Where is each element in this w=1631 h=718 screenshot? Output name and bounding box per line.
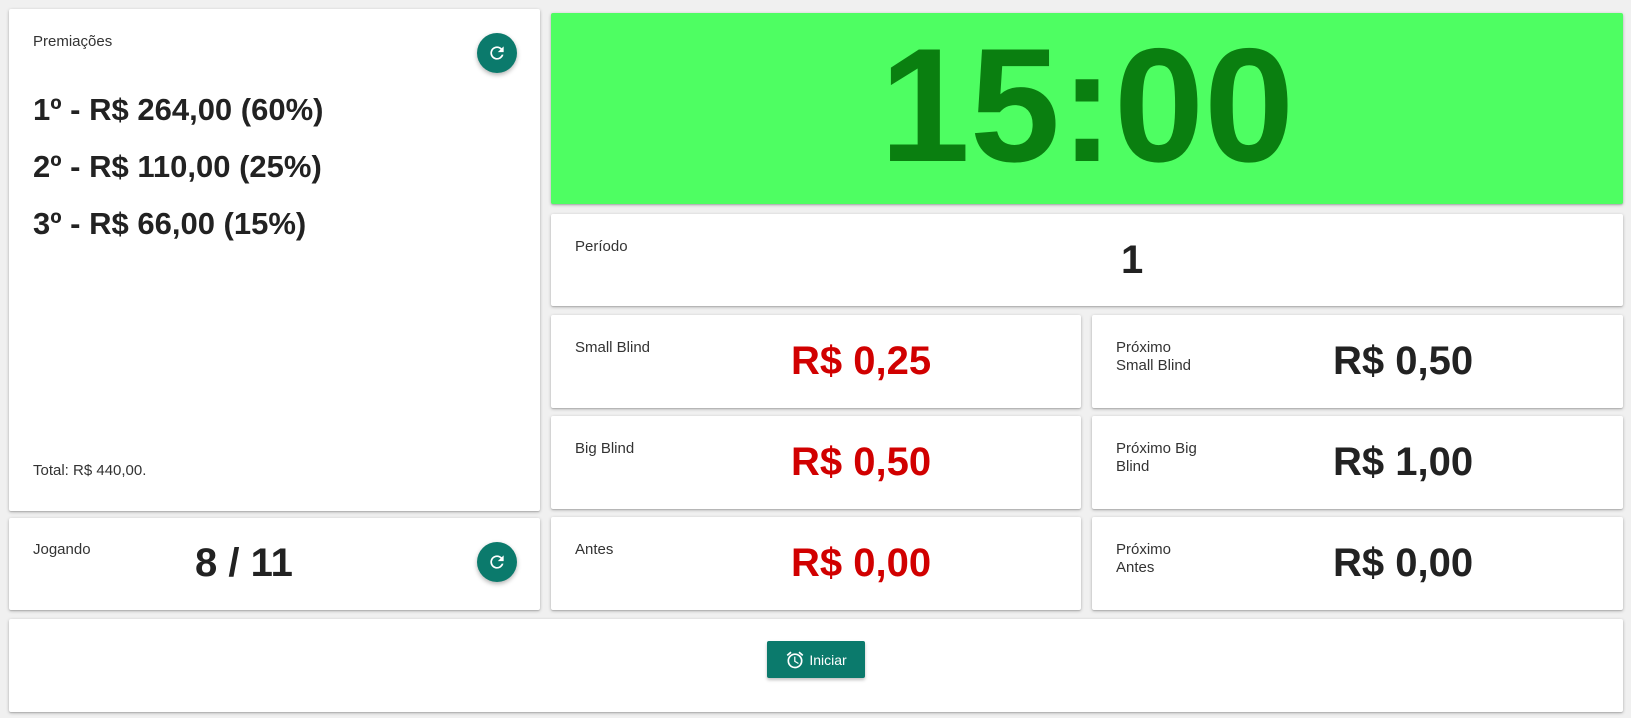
small-blind-label: Small Blind bbox=[575, 339, 651, 356]
alarm-clock-icon bbox=[786, 651, 804, 668]
next-small-blind-label-line1: Próximo bbox=[1116, 339, 1172, 356]
small-blind-value: R$ 0,25 bbox=[791, 339, 932, 383]
next-antes-value: R$ 0,00 bbox=[1333, 541, 1474, 585]
next-small-blind-label: Próximo Small Blind bbox=[1116, 339, 1191, 375]
prizes-title: Premiações bbox=[33, 33, 113, 50]
next-antes-label-line2: Antes bbox=[1116, 559, 1155, 576]
period-label: Período bbox=[575, 238, 628, 255]
prize-line-1: 1º - R$ 264,00 (60%) bbox=[33, 92, 324, 127]
next-antes-card: Próximo Antes R$ 0,00 bbox=[1092, 517, 1623, 610]
big-blind-label: Big Blind bbox=[575, 440, 635, 457]
period-value: 1 bbox=[1121, 238, 1144, 282]
next-big-blind-label-line1: Próximo Big bbox=[1116, 440, 1197, 457]
players-value: 8 / 11 bbox=[195, 541, 293, 585]
prize-line-3: 3º - R$ 66,00 (15%) bbox=[33, 206, 307, 241]
prizes-card: Premiações 1º - R$ 264,00 (60%) 2º - R$ … bbox=[9, 9, 540, 511]
start-button[interactable]: Iniciar bbox=[767, 641, 865, 678]
period-card: Período 1 bbox=[551, 214, 1623, 306]
next-antes-label: Próximo Antes bbox=[1116, 541, 1171, 577]
next-small-blind-value: R$ 0,50 bbox=[1333, 339, 1474, 383]
antes-card: Antes R$ 0,00 bbox=[551, 517, 1081, 610]
start-button-label: Iniciar bbox=[809, 651, 847, 668]
next-big-blind-label-line2: Blind bbox=[1116, 458, 1150, 475]
prize-line-2: 2º - R$ 110,00 (25%) bbox=[33, 149, 322, 184]
players-label: Jogando bbox=[33, 541, 91, 558]
big-blind-value: R$ 0,50 bbox=[791, 440, 932, 484]
prizes-total: Total: R$ 440,00. bbox=[33, 462, 147, 479]
players-card: Jogando 8 / 11 bbox=[9, 518, 540, 610]
timer-display: 15:00 bbox=[879, 15, 1295, 196]
antes-label: Antes bbox=[575, 541, 614, 558]
next-antes-label-line1: Próximo bbox=[1116, 541, 1172, 558]
refresh-icon bbox=[490, 46, 504, 60]
next-big-blind-label: Próximo Big Blind bbox=[1116, 440, 1197, 476]
next-small-blind-card: Próximo Small Blind R$ 0,50 bbox=[1092, 315, 1623, 408]
big-blind-card: Big Blind R$ 0,50 bbox=[551, 416, 1081, 509]
refresh-players-button[interactable] bbox=[477, 542, 517, 582]
small-blind-card: Small Blind R$ 0,25 bbox=[551, 315, 1081, 408]
next-big-blind-card: Próximo Big Blind R$ 1,00 bbox=[1092, 416, 1623, 509]
refresh-icon bbox=[490, 555, 504, 569]
antes-value: R$ 0,00 bbox=[791, 541, 932, 585]
timer-card: 15:00 bbox=[551, 13, 1623, 204]
next-big-blind-value: R$ 1,00 bbox=[1333, 440, 1474, 484]
next-small-blind-label-line2: Small Blind bbox=[1116, 357, 1192, 374]
refresh-prizes-button[interactable] bbox=[477, 33, 517, 73]
